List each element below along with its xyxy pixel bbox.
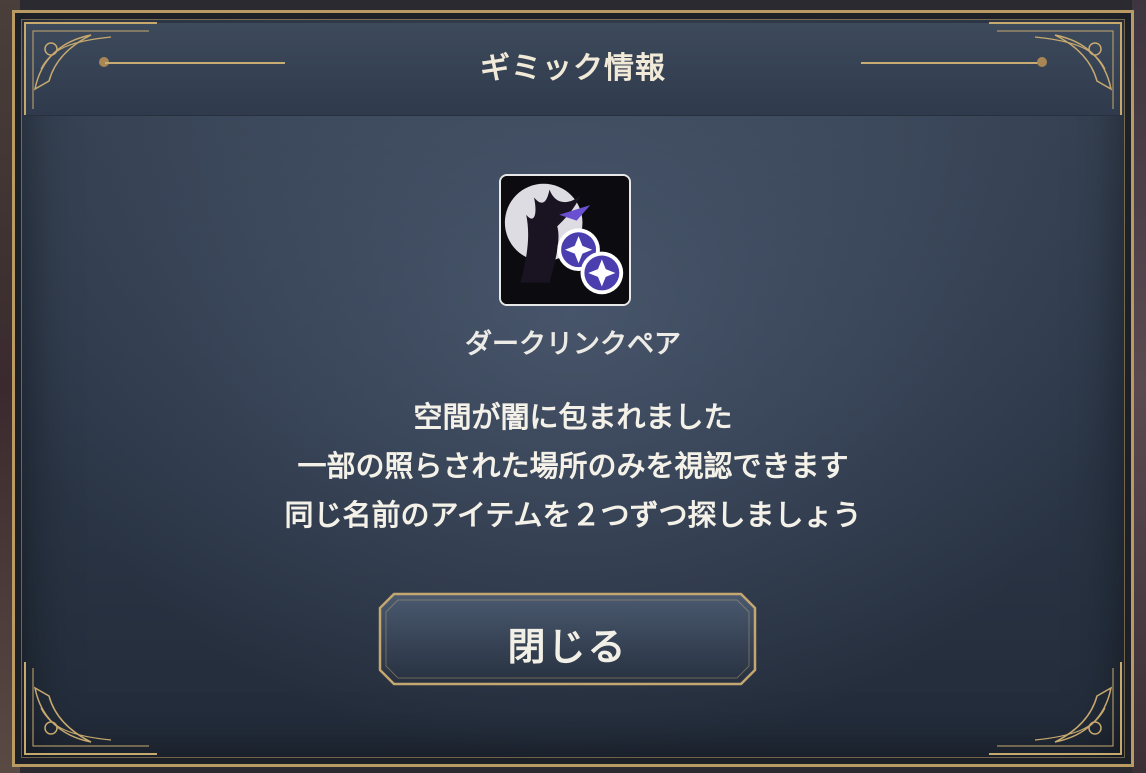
description-line: 同じ名前のアイテムを２つずつ探しましょう bbox=[284, 498, 862, 532]
background-right-edge bbox=[1132, 0, 1146, 773]
title-rule-right bbox=[861, 62, 1041, 64]
description-line: 一部の照らされた場所のみを視認できます bbox=[297, 449, 849, 483]
dark-link-pair-icon bbox=[499, 174, 631, 306]
ornament-corner-icon bbox=[21, 658, 161, 758]
title-rule-dot bbox=[1037, 57, 1047, 67]
close-button[interactable]: 閉じる bbox=[376, 590, 759, 688]
description-line: 空間が闇に包まれました bbox=[413, 400, 733, 434]
close-button-label: 閉じる bbox=[507, 625, 628, 669]
gimmick-name: ダークリンクペア bbox=[465, 329, 681, 360]
ornament-corner-icon bbox=[985, 658, 1125, 758]
gimmick-description: 空間が闇に包まれました 一部の照らされた場所のみを視認できます 同じ名前のアイテ… bbox=[0, 393, 1146, 540]
dialog-title: ギミック情報 bbox=[480, 51, 666, 86]
